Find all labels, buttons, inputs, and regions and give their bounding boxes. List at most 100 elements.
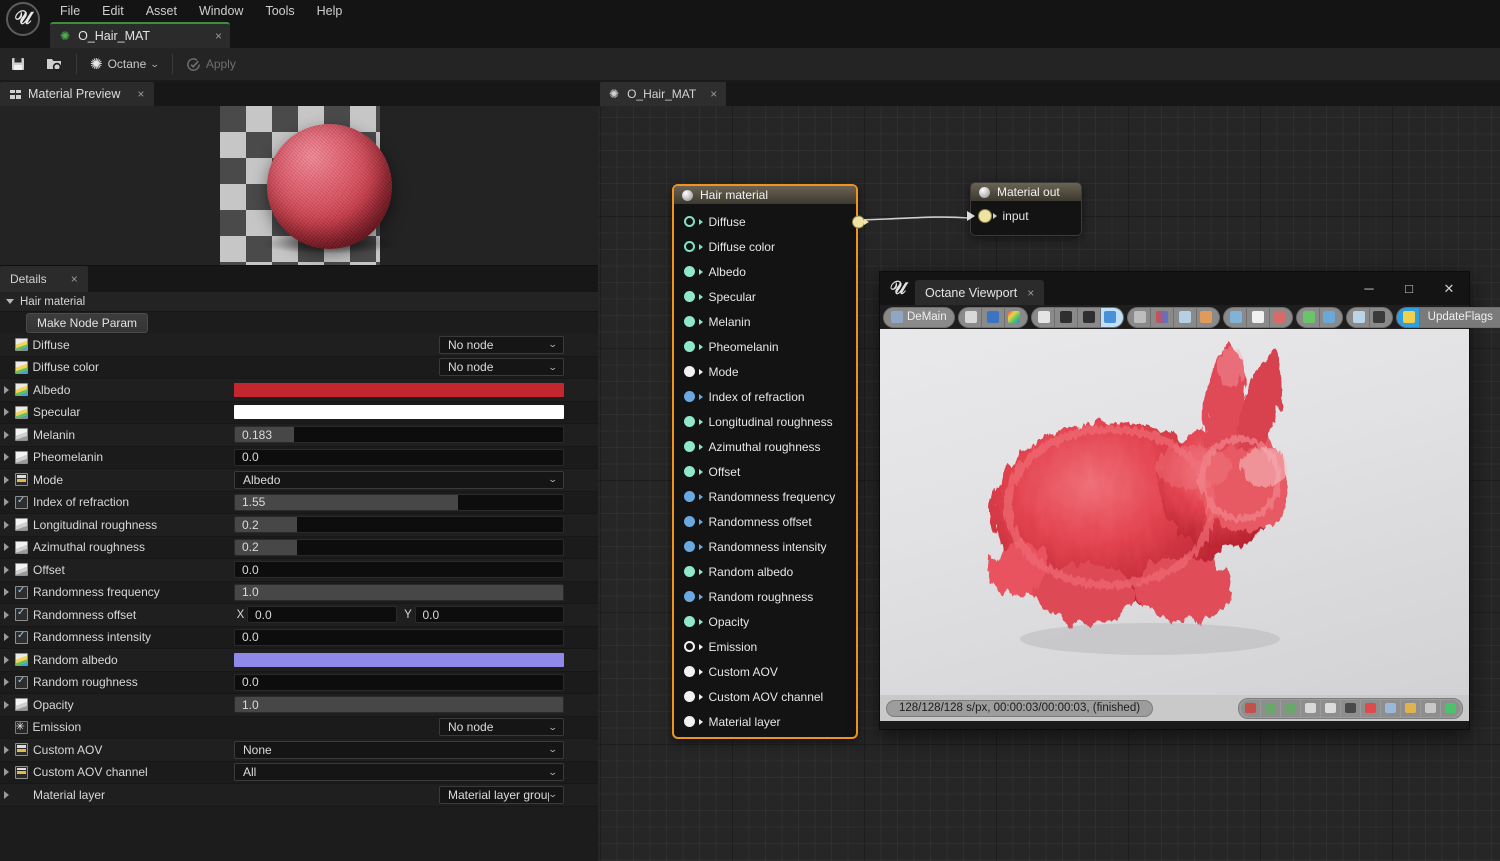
octane-menu-button[interactable]: ✺ Octane ⌄ [80, 51, 169, 78]
updateflags-arrows-icon[interactable] [1396, 307, 1419, 327]
pause-icon[interactable] [1077, 307, 1100, 327]
menu-tools[interactable]: Tools [255, 1, 304, 21]
numeric-field-index-of-refraction[interactable]: 1.55 [234, 493, 564, 511]
details-tab-close-icon[interactable]: × [71, 272, 78, 286]
pin-dot-icon[interactable] [684, 216, 695, 227]
pin-index-of-refraction[interactable]: Index of refraction [674, 384, 856, 409]
octane-viewport-tab-close-icon[interactable]: × [1027, 286, 1034, 300]
pin-material-layer[interactable]: Material layer [674, 709, 856, 734]
green-gear-icon[interactable] [1441, 699, 1460, 717]
dropdown-diffuse[interactable]: No node ⌄ [439, 335, 564, 354]
dropdown-mode[interactable]: Albedo ⌄ [234, 470, 564, 489]
tab-material-preview[interactable]: Material Preview × [0, 82, 155, 106]
pin-longitudinal-roughness[interactable]: Longitudinal roughness [674, 409, 856, 434]
pin-random-roughness[interactable]: Random roughness [674, 584, 856, 609]
octane-viewport-titlebar[interactable]: 𝒰 Octane Viewport × ─ □ ✕ [880, 272, 1469, 305]
pin-dot-icon[interactable] [684, 666, 695, 677]
numeric-field-opacity[interactable]: 1.0 [234, 696, 564, 714]
pin-dot-icon[interactable] [684, 541, 695, 552]
pin-dot-icon[interactable] [684, 441, 695, 452]
menu-window[interactable]: Window [189, 1, 253, 21]
pin-input[interactable]: input [967, 205, 1081, 227]
pin-dot-icon[interactable] [684, 491, 695, 502]
maximize-button[interactable]: □ [1389, 272, 1429, 305]
dropdown-diffuse-color[interactable]: No node ⌄ [439, 358, 564, 377]
pin-dot-icon[interactable] [684, 516, 695, 527]
node-hair-material[interactable]: Hair material Diffuse Diffuse color Albedo… [672, 184, 869, 739]
save-image-alt-icon[interactable] [1281, 699, 1300, 717]
expand-arrow-icon[interactable] [4, 745, 9, 754]
expand-arrow-icon[interactable] [4, 588, 9, 597]
pin-dot-icon[interactable] [684, 716, 695, 727]
clock-icon[interactable] [1321, 699, 1340, 717]
save-button[interactable] [0, 51, 36, 78]
expand-arrow-icon[interactable] [4, 610, 9, 619]
save-render-icon[interactable] [1296, 307, 1319, 327]
pin-dot-input[interactable] [979, 210, 991, 222]
blue-cube-icon[interactable] [1381, 699, 1400, 717]
lock-resolution-icon[interactable] [1241, 699, 1260, 717]
lightning-icon[interactable] [958, 307, 981, 327]
save-image-icon[interactable] [1261, 699, 1280, 717]
close-button[interactable]: ✕ [1429, 272, 1469, 305]
asset-tab-o-hair-mat[interactable]: ✺ O_Hair_MAT × [50, 22, 230, 48]
dropdown-custom-aov-channel[interactable]: All ⌄ [234, 763, 564, 782]
pin-dot-icon[interactable] [684, 641, 695, 652]
material-preview-viewport[interactable] [0, 106, 598, 265]
autofocus-icon[interactable] [1127, 307, 1150, 327]
x-value-field[interactable]: 0.0 [247, 606, 397, 624]
tab-octane-viewport[interactable]: Octane Viewport × [915, 280, 1045, 305]
pin-randomness-frequency[interactable]: Randomness frequency [674, 484, 856, 509]
pin-azimuthal-roughness[interactable]: Azimuthal roughness [674, 434, 856, 459]
expand-arrow-icon[interactable] [4, 430, 9, 439]
expand-arrow-icon[interactable] [4, 768, 9, 777]
pin-dot-icon[interactable] [684, 566, 695, 577]
image-icon[interactable] [1346, 307, 1369, 327]
stop-icon[interactable] [1031, 307, 1054, 327]
pin-dot-icon[interactable] [684, 291, 695, 302]
pick-focus-icon[interactable] [1173, 307, 1196, 327]
restart-icon[interactable] [1054, 307, 1077, 327]
graph-tab-close-icon[interactable]: × [704, 87, 717, 101]
pin-dot-icon[interactable] [684, 416, 695, 427]
numeric-field-randomness-frequency[interactable]: 1.0 [234, 583, 564, 601]
expand-arrow-icon[interactable] [4, 678, 9, 687]
save-layer-icon[interactable] [1319, 307, 1342, 327]
pin-mode[interactable]: Mode [674, 359, 856, 384]
gradient-icon[interactable] [1421, 699, 1440, 717]
numeric-field-randomness-intensity[interactable]: 0.0 [234, 628, 564, 646]
clay-icon[interactable] [1269, 307, 1292, 327]
network-icon[interactable] [1341, 699, 1360, 717]
pin-custom-aov-channel[interactable]: Custom AOV channel [674, 684, 856, 709]
cube-icon[interactable]: DeMain [884, 307, 954, 327]
pin-diffuse[interactable]: Diffuse [674, 209, 869, 234]
pin-diffuse-color[interactable]: Diffuse color [674, 234, 856, 259]
menu-asset[interactable]: Asset [136, 1, 187, 21]
expand-arrow-icon[interactable] [4, 520, 9, 529]
expand-arrow-icon[interactable] [4, 700, 9, 709]
pin-dot-icon[interactable] [684, 241, 695, 252]
pin-dot-icon[interactable] [684, 616, 695, 627]
pin-albedo[interactable]: Albedo [674, 259, 856, 284]
expand-arrow-icon[interactable] [4, 475, 9, 484]
pin-randomness-intensity[interactable]: Randomness intensity [674, 534, 856, 559]
numeric-field-pheomelanin[interactable]: 0.0 [234, 448, 564, 466]
node-material-out-header[interactable]: Material out [971, 183, 1081, 201]
material-preview-tab-close-icon[interactable]: × [127, 87, 144, 101]
pick-material-icon[interactable] [1196, 307, 1219, 327]
numeric-field-random-roughness[interactable]: 0.0 [234, 673, 564, 691]
red-sphere-icon[interactable] [1361, 699, 1380, 717]
numeric-field-offset[interactable]: 0.0 [234, 561, 564, 579]
white-balance-icon[interactable] [1150, 307, 1173, 327]
pin-dot-icon[interactable] [684, 591, 695, 602]
output-pin-dot-icon[interactable] [853, 216, 864, 227]
menu-help[interactable]: Help [307, 1, 353, 21]
dropdown-material-layer[interactable]: Material layer group ⌄ [439, 785, 564, 804]
pin-pheomelanin[interactable]: Pheomelanin [674, 334, 856, 359]
pin-dot-icon[interactable] [684, 691, 695, 702]
y-value-field[interactable]: 0.0 [414, 606, 564, 624]
octane-render-view[interactable] [880, 329, 1469, 695]
crop-icon[interactable] [1301, 699, 1320, 717]
region-render-icon[interactable] [1223, 307, 1246, 327]
menu-file[interactable]: File [50, 1, 90, 21]
